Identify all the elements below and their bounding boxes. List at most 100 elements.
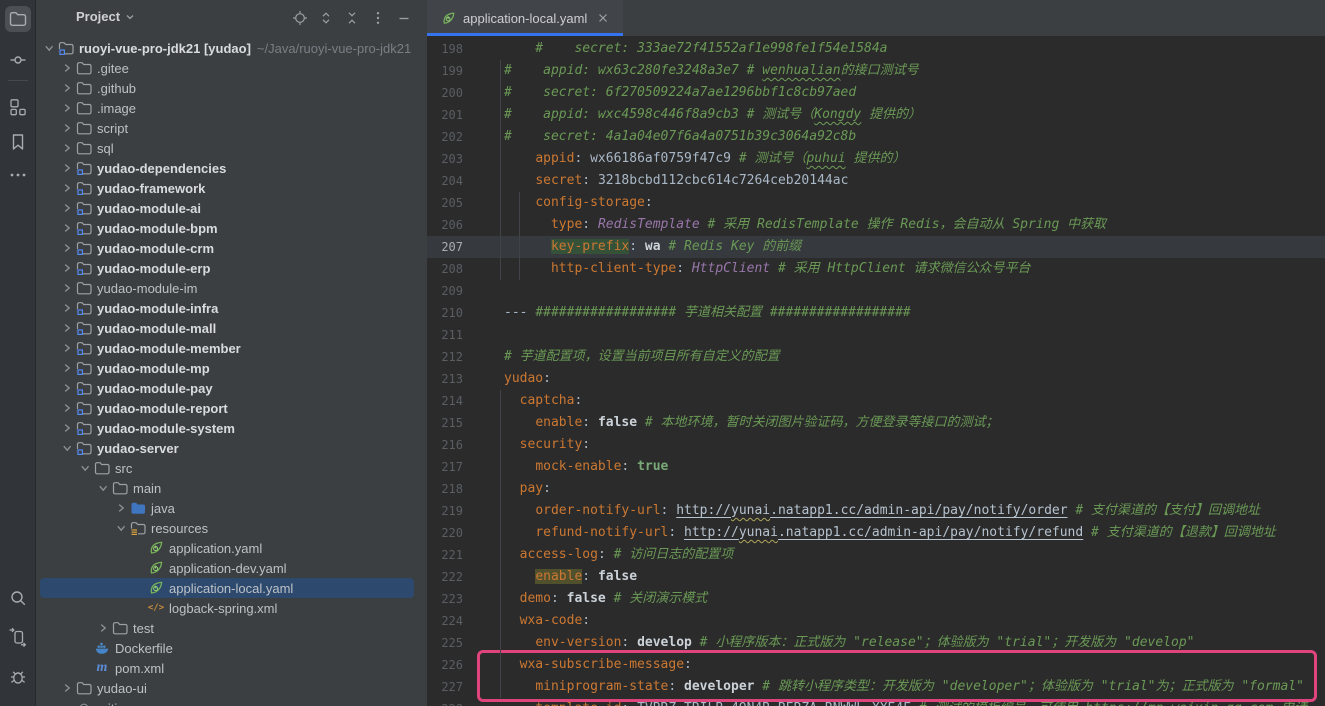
line-number[interactable]: 204 bbox=[427, 170, 463, 192]
code-line-211[interactable]: 211 bbox=[427, 324, 1325, 346]
tree-item-application-dev-yaml[interactable]: application-dev.yaml bbox=[36, 558, 427, 578]
line-number[interactable]: 199 bbox=[427, 60, 463, 82]
line-number[interactable]: 216 bbox=[427, 434, 463, 456]
chevron-right-icon[interactable] bbox=[58, 220, 75, 236]
code-line-198[interactable]: 198 # secret: 333ae72f41552af1e998fe1f54… bbox=[427, 38, 1325, 60]
code-line-228[interactable]: 228 template-id: TVBRZ-TRILB-4QN4R-RERZA… bbox=[427, 698, 1325, 706]
chevron-right-icon[interactable] bbox=[58, 300, 75, 316]
chevron-right-icon[interactable] bbox=[58, 200, 75, 216]
tree-item-pom-xml[interactable]: mpom.xml bbox=[36, 658, 427, 678]
code-line-212[interactable]: 212# 芋道配置项，设置当前项目所有自定义的配置 bbox=[427, 346, 1325, 368]
line-number[interactable]: 213 bbox=[427, 368, 463, 390]
line-number[interactable]: 225 bbox=[427, 632, 463, 654]
tree-item-yudao-module-im[interactable]: yudao-module-im bbox=[36, 278, 427, 298]
tree-item-yudao-module-mall[interactable]: yudao-module-mall bbox=[36, 318, 427, 338]
tree-item-resources[interactable]: resources bbox=[36, 518, 427, 538]
tree-item-application-yaml[interactable]: application.yaml bbox=[36, 538, 427, 558]
search-icon[interactable] bbox=[5, 585, 31, 611]
code-line-201[interactable]: 201# appid: wxc4598c446f8a9cb3 # 测试号（Kon… bbox=[427, 104, 1325, 126]
chevron-right-icon[interactable] bbox=[94, 620, 111, 636]
tree-item-yudao-module-ai[interactable]: yudao-module-ai bbox=[36, 198, 427, 218]
options-icon[interactable] bbox=[369, 9, 387, 27]
code-line-226[interactable]: 226 wxa-subscribe-message: bbox=[427, 654, 1325, 676]
chevron-right-icon[interactable] bbox=[58, 140, 75, 156]
bookmarks-icon[interactable] bbox=[5, 129, 31, 155]
line-number[interactable]: 210 bbox=[427, 302, 463, 324]
tab-close-icon[interactable] bbox=[595, 10, 611, 26]
line-number[interactable]: 219 bbox=[427, 500, 463, 522]
chevron-right-icon[interactable] bbox=[58, 160, 75, 176]
chevron-down-icon[interactable] bbox=[94, 480, 111, 496]
line-number[interactable]: 208 bbox=[427, 258, 463, 280]
chevron-right-icon[interactable] bbox=[58, 100, 75, 116]
code-line-200[interactable]: 200# secret: 6f270509224a7ae1296bbf1c8cb… bbox=[427, 82, 1325, 104]
code-line-217[interactable]: 217 mock-enable: true bbox=[427, 456, 1325, 478]
tree-item-sql[interactable]: sql bbox=[36, 138, 427, 158]
tree-item-logback-spring-xml[interactable]: </>logback-spring.xml bbox=[36, 598, 427, 618]
code-line-206[interactable]: 206 type: RedisTemplate # 采用 RedisTempla… bbox=[427, 214, 1325, 236]
code-line-223[interactable]: 223 demo: false # 关闭演示模式 bbox=[427, 588, 1325, 610]
code-line-224[interactable]: 224 wxa-code: bbox=[427, 610, 1325, 632]
chevron-right-icon[interactable] bbox=[58, 400, 75, 416]
chevron-right-icon[interactable] bbox=[58, 240, 75, 256]
tree-item-application-local-yaml[interactable]: application-local.yaml bbox=[36, 578, 427, 598]
line-number[interactable]: 223 bbox=[427, 588, 463, 610]
code-line-208[interactable]: 208 http-client-type: HttpClient # 采用 Ht… bbox=[427, 258, 1325, 280]
line-number[interactable]: 200 bbox=[427, 82, 463, 104]
line-number[interactable]: 203 bbox=[427, 148, 463, 170]
line-number[interactable]: 227 bbox=[427, 676, 463, 698]
code-line-222[interactable]: 222 enable: false bbox=[427, 566, 1325, 588]
chevron-right-icon[interactable] bbox=[58, 340, 75, 356]
tree-item-src[interactable]: src bbox=[36, 458, 427, 478]
tree-item-dockerfile[interactable]: Dockerfile bbox=[36, 638, 427, 658]
line-number[interactable]: 218 bbox=[427, 478, 463, 500]
code-line-210[interactable]: 210--- ################## 芋道相关配置 #######… bbox=[427, 302, 1325, 324]
code-line-204[interactable]: 204 secret: 3218bcbd112cbc614c7264ceb201… bbox=[427, 170, 1325, 192]
tree-item-yudao-module-member[interactable]: yudao-module-member bbox=[36, 338, 427, 358]
line-number[interactable]: 198 bbox=[427, 38, 463, 60]
tree-item-yudao-framework[interactable]: yudao-framework bbox=[36, 178, 427, 198]
tree-item-yudao-module-report[interactable]: yudao-module-report bbox=[36, 398, 427, 418]
line-number[interactable]: 224 bbox=[427, 610, 463, 632]
code-line-214[interactable]: 214 captcha: bbox=[427, 390, 1325, 412]
code-line-216[interactable]: 216 security: bbox=[427, 434, 1325, 456]
line-number[interactable]: 220 bbox=[427, 522, 463, 544]
code-line-213[interactable]: 213yudao: bbox=[427, 368, 1325, 390]
chevron-right-icon[interactable] bbox=[58, 420, 75, 436]
tree-item-script[interactable]: script bbox=[36, 118, 427, 138]
tree-item-ruoyi-vue-pro-jdk21-yudao-[interactable]: ruoyi-vue-pro-jdk21 [yudao]~/Java/ruoyi-… bbox=[36, 38, 427, 58]
hide-icon[interactable] bbox=[395, 9, 413, 27]
structure-icon[interactable] bbox=[5, 94, 31, 120]
code-line-218[interactable]: 218 pay: bbox=[427, 478, 1325, 500]
line-number[interactable]: 217 bbox=[427, 456, 463, 478]
chevron-right-icon[interactable] bbox=[58, 360, 75, 376]
tree-item-java[interactable]: java bbox=[36, 498, 427, 518]
chevron-right-icon[interactable] bbox=[58, 80, 75, 96]
code-line-209[interactable]: 209 bbox=[427, 280, 1325, 302]
tree-item-yudao-module-pay[interactable]: yudao-module-pay bbox=[36, 378, 427, 398]
collapse-all-icon[interactable] bbox=[343, 9, 361, 27]
code-line-202[interactable]: 202# secret: 4a1a04e07f6a4a0751b39c3064a… bbox=[427, 126, 1325, 148]
line-number[interactable]: 202 bbox=[427, 126, 463, 148]
line-number[interactable]: 226 bbox=[427, 654, 463, 676]
line-number[interactable]: 221 bbox=[427, 544, 463, 566]
line-number[interactable]: 222 bbox=[427, 566, 463, 588]
line-number[interactable]: 214 bbox=[427, 390, 463, 412]
chevron-right-icon[interactable] bbox=[58, 280, 75, 296]
chevron-down-icon[interactable] bbox=[40, 40, 57, 56]
tree-item-test[interactable]: test bbox=[36, 618, 427, 638]
code-line-227[interactable]: 227 miniprogram-state: developer # 跳转小程序… bbox=[427, 676, 1325, 698]
debug-icon[interactable] bbox=[5, 663, 31, 689]
chevron-right-icon[interactable] bbox=[58, 380, 75, 396]
line-number[interactable]: 211 bbox=[427, 324, 463, 346]
tab-application-local-yaml[interactable]: application-local.yaml bbox=[427, 0, 623, 36]
tree-item-main[interactable]: main bbox=[36, 478, 427, 498]
line-number[interactable]: 228 bbox=[427, 698, 463, 706]
chevron-down-icon[interactable] bbox=[76, 460, 93, 476]
chevron-right-icon[interactable] bbox=[58, 320, 75, 336]
code-line-199[interactable]: 199# appid: wx63c280fe3248a3e7 # wenhual… bbox=[427, 60, 1325, 82]
chevron-right-icon[interactable] bbox=[58, 60, 75, 76]
select-opened-file-icon[interactable] bbox=[291, 9, 309, 27]
tree-item-yudao-module-bpm[interactable]: yudao-module-bpm bbox=[36, 218, 427, 238]
tree-item-yudao-module-erp[interactable]: yudao-module-erp bbox=[36, 258, 427, 278]
